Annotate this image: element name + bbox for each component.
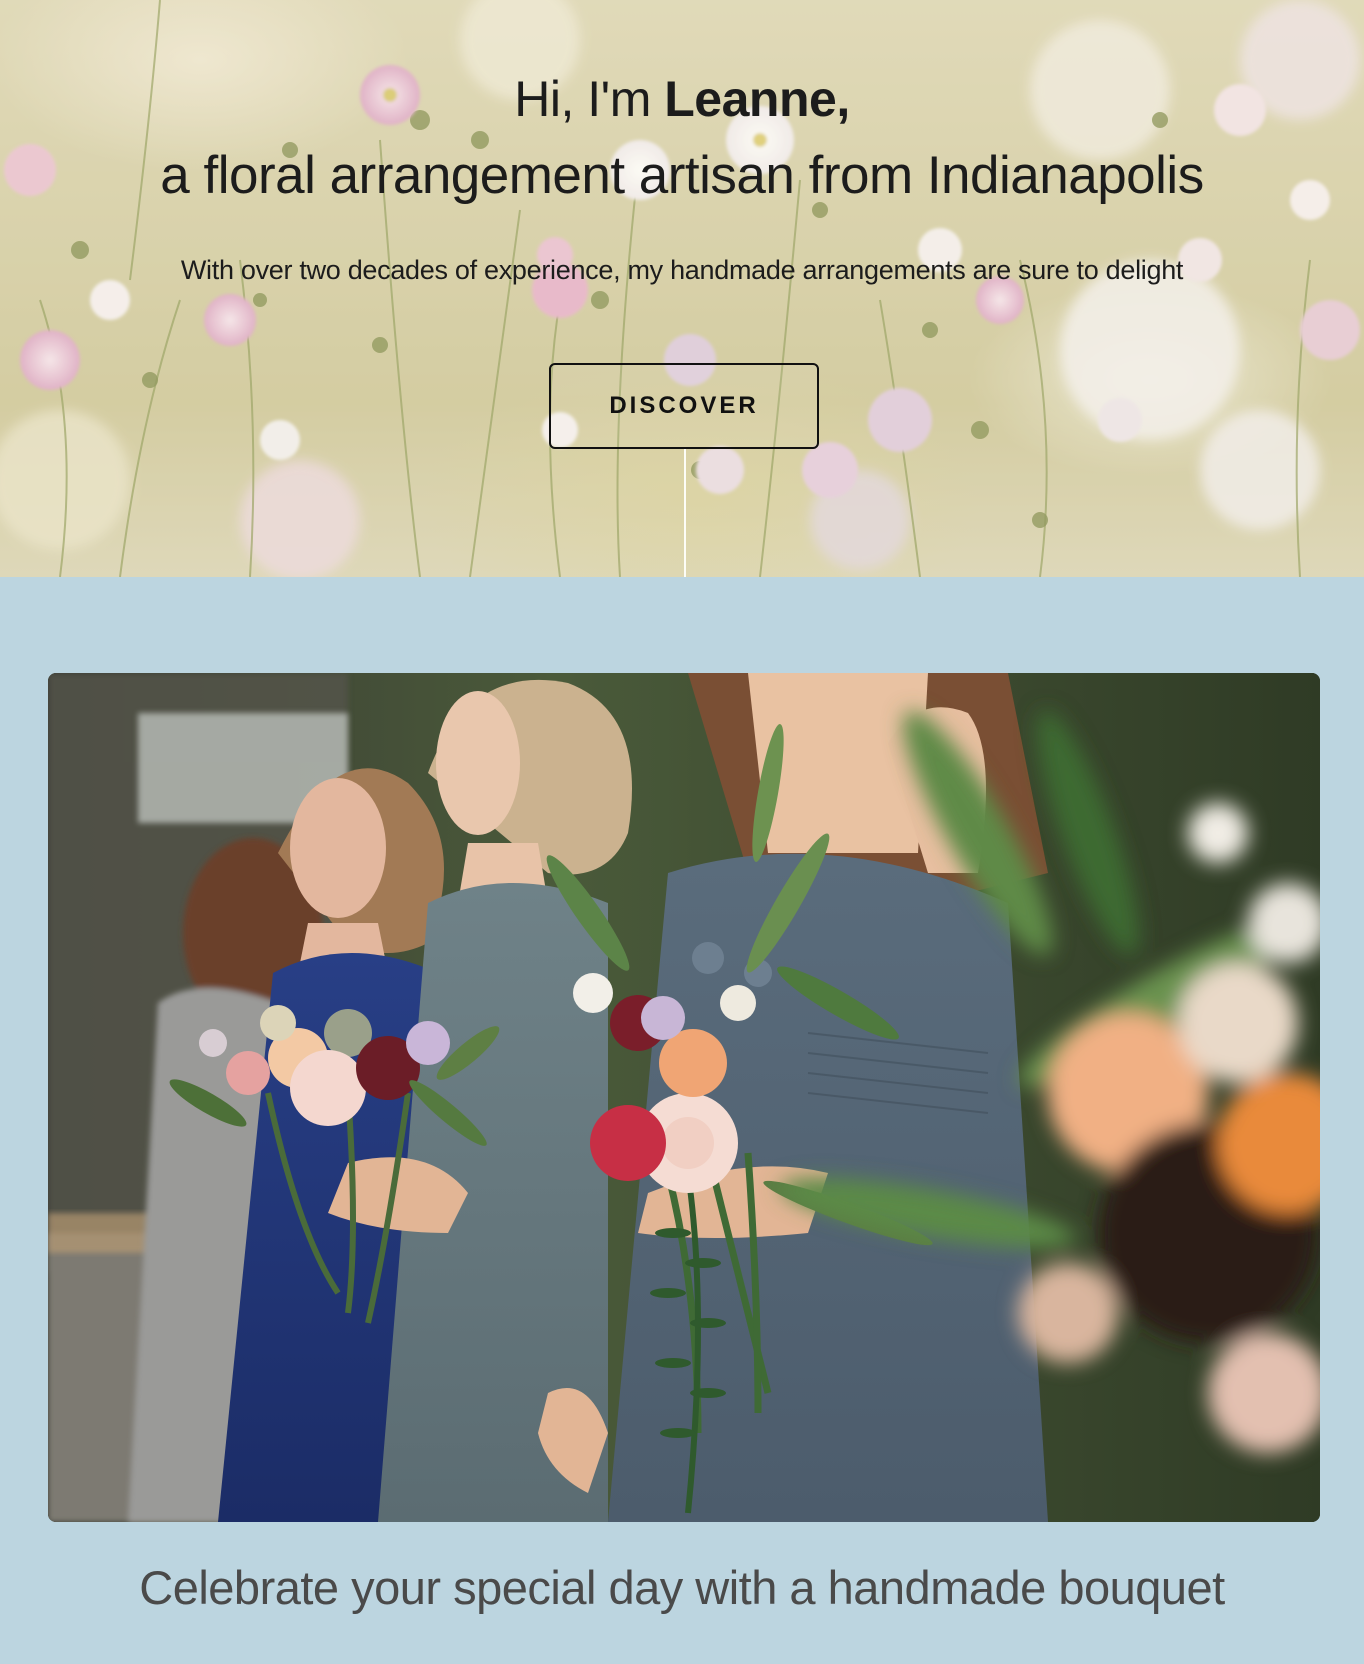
hero-divider-line (684, 449, 686, 577)
artisan-name: Leanne, (664, 71, 850, 127)
feature-heading: Celebrate your special day with a handma… (139, 1561, 1225, 1614)
discover-button[interactable]: DISCOVER (549, 363, 819, 449)
bridesmaids-bouquet-photo (48, 673, 1320, 1522)
feature-section: Celebrate your special day with a handma… (0, 577, 1364, 1664)
hero-subtitle: With over two decades of experience, my … (180, 255, 1184, 285)
bridesmaids-photo-illustration (48, 673, 1320, 1522)
hero-greeting: Hi, I'm Leanne, (0, 70, 1364, 128)
greeting-prefix: Hi, I'm (514, 71, 665, 127)
hero-banner: Hi, I'm Leanne, a floral arrangement art… (0, 0, 1364, 577)
hero-tagline: a floral arrangement artisan from Indian… (160, 146, 1204, 205)
